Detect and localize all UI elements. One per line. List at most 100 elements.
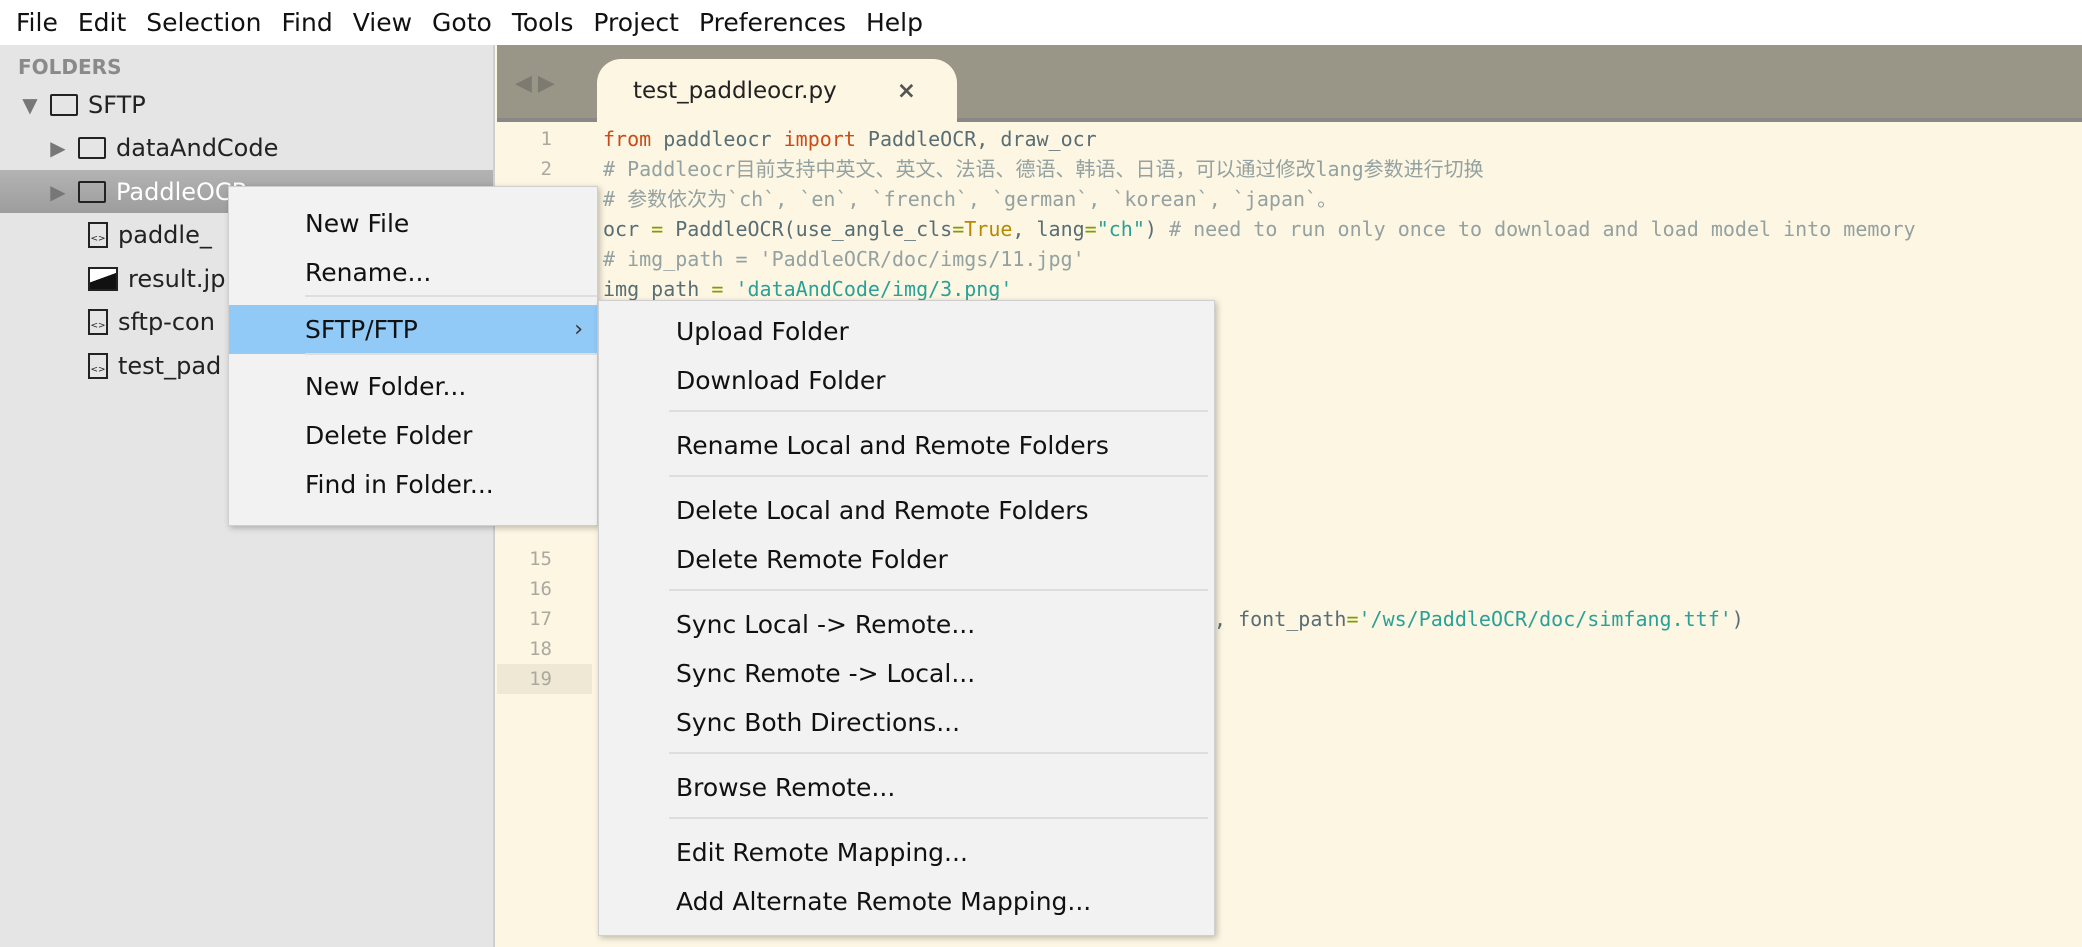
line-number: 1	[540, 128, 552, 150]
code-token: img_path	[603, 277, 712, 301]
menu-item-label: Sync Both Directions...	[676, 708, 961, 737]
code-token: )	[1144, 217, 1169, 241]
code-token: PaddleOCR, draw_ocr	[855, 127, 1097, 151]
menu-item-label: New File	[305, 209, 410, 238]
code-token: , lang	[1012, 217, 1085, 241]
menu-help[interactable]: Help	[866, 8, 923, 37]
menu-separator	[669, 475, 1208, 477]
code-token: , font_path	[1214, 607, 1347, 631]
code-line: from paddleocr import PaddleOCR, draw_oc…	[603, 124, 1097, 154]
code-line: # img_path = 'PaddleOCR/doc/imgs/11.jpg'	[603, 244, 1085, 274]
menu-item-rename[interactable]: Rename...	[229, 248, 597, 297]
menu-item-label: Delete Local and Remote Folders	[676, 496, 1089, 525]
menu-item-label: Rename...	[305, 258, 432, 287]
menu-separator	[305, 353, 597, 355]
code-token: ocr	[603, 217, 652, 241]
sidebar-item-label: paddle_	[118, 221, 212, 249]
code-token: paddleocr	[651, 127, 784, 151]
tab-nav-arrows-icon[interactable]: ◀▶	[515, 71, 561, 96]
menu-item-sftp-ftp[interactable]: SFTP/FTP ›	[229, 305, 597, 354]
code-line: ocr = PaddleOCR(use_angle_cls=True, lang…	[603, 214, 1916, 244]
menu-item-label: Delete Folder	[305, 421, 473, 450]
menu-item-browse-remote[interactable]: Browse Remote...	[599, 763, 1214, 812]
code-line: , font_path='/ws/PaddleOCR/doc/simfang.t…	[1214, 604, 1744, 634]
code-token: =	[651, 217, 664, 241]
collapsed-arrow-icon[interactable]: ▶	[48, 180, 68, 204]
menu-item-label: Add Alternate Remote Mapping...	[676, 887, 1092, 916]
menu-view[interactable]: View	[353, 8, 412, 37]
menu-item-label: Sync Local -> Remote...	[676, 610, 976, 639]
code-token: 'dataAndCode/img/3.png'	[735, 277, 1013, 301]
code-token: # need to run only once to download and …	[1168, 217, 1916, 241]
menu-bar: File Edit Selection Find View Goto Tools Projec…	[0, 0, 2082, 45]
sftp-submenu: Upload Folder Download Folder Rename Local…	[598, 300, 1215, 936]
menu-separator	[669, 589, 1208, 591]
open-folder-icon	[50, 93, 78, 116]
tab-test-paddleocr[interactable]: test_paddleocr.py ×	[597, 59, 957, 122]
menu-item-delete-remote-folder[interactable]: Delete Remote Folder	[599, 535, 1214, 584]
menu-item-label: SFTP/FTP	[305, 315, 418, 344]
menu-tools[interactable]: Tools	[512, 8, 574, 37]
folders-header: FOLDERS	[18, 55, 122, 79]
menu-project[interactable]: Project	[593, 8, 679, 37]
menu-item-upload-folder[interactable]: Upload Folder	[599, 307, 1214, 356]
line-number: 17	[529, 608, 552, 630]
code-token: =	[1084, 217, 1097, 241]
tab-title: test_paddleocr.py	[633, 77, 837, 104]
menu-preferences[interactable]: Preferences	[699, 8, 846, 37]
menu-selection[interactable]: Selection	[146, 8, 261, 37]
menu-item-edit-remote-mapping[interactable]: Edit Remote Mapping...	[599, 828, 1214, 877]
collapsed-arrow-icon[interactable]: ▶	[48, 136, 68, 160]
code-token: # Paddleocr目前支持中英文、英文、法语、德语、韩语、日语，可以通过修改…	[603, 157, 1484, 181]
file-icon: <>	[88, 309, 108, 335]
line-number: 15	[529, 548, 552, 570]
menu-item-rename-local-and-remote-folders[interactable]: Rename Local and Remote Folders	[599, 421, 1214, 470]
menu-separator	[669, 410, 1208, 412]
menu-item-label: Rename Local and Remote Folders	[676, 431, 1109, 460]
tab-bar: ◀▶ test_paddleocr.py ×	[497, 45, 2082, 122]
menu-edit[interactable]: Edit	[78, 8, 126, 37]
menu-item-sync-local-remote[interactable]: Sync Local -> Remote...	[599, 600, 1214, 649]
code-token: # img_path = 'PaddleOCR/doc/imgs/11.jpg'	[603, 247, 1085, 271]
menu-item-label: Find in Folder...	[305, 470, 494, 499]
context-menu: New File Rename... SFTP/FTP › New Folder... D…	[228, 186, 598, 526]
menu-item-sync-remote-local[interactable]: Sync Remote -> Local...	[599, 649, 1214, 698]
code-token: from	[603, 127, 652, 151]
code-line: # 参数依次为`ch`, `en`, `french`, `german`, `…	[603, 184, 1337, 214]
menu-goto[interactable]: Goto	[432, 8, 492, 37]
menu-file[interactable]: File	[16, 8, 58, 37]
sidebar-item-label: result.jp	[128, 264, 226, 293]
sidebar-item-label: sftp-con	[118, 308, 215, 336]
menu-item-add-alternate-remote-mapping[interactable]: Add Alternate Remote Mapping...	[599, 877, 1214, 926]
expanded-arrow-icon[interactable]: ▼	[20, 93, 40, 117]
menu-item-label: Upload Folder	[676, 317, 849, 346]
file-icon: <>	[88, 352, 108, 379]
code-token: =	[711, 277, 724, 301]
sidebar-item-sftp[interactable]: ▼ SFTP	[0, 83, 493, 126]
menu-item-delete-folder[interactable]: Delete Folder	[229, 411, 597, 460]
menu-item-label: New Folder...	[305, 372, 467, 401]
menu-item-delete-local-and-remote-folders[interactable]: Delete Local and Remote Folders	[599, 486, 1214, 535]
menu-item-sync-both-directions[interactable]: Sync Both Directions...	[599, 698, 1214, 747]
menu-item-new-folder[interactable]: New Folder...	[229, 362, 597, 411]
menu-item-label: Delete Remote Folder	[676, 545, 948, 574]
close-tab-icon[interactable]: ×	[897, 78, 916, 104]
image-file-icon	[88, 266, 118, 291]
menu-item-label: Browse Remote...	[676, 773, 896, 802]
menu-item-download-folder[interactable]: Download Folder	[599, 356, 1214, 405]
sidebar-item-label: SFTP	[88, 90, 146, 119]
code-line: # Paddleocr目前支持中英文、英文、法语、德语、韩语、日语，可以通过修改…	[603, 154, 1484, 184]
code-token: # 参数依次为`ch`, `en`, `french`, `german`, `…	[603, 187, 1338, 211]
menu-item-new-file[interactable]: New File	[229, 199, 597, 248]
sidebar-item-dataandcode[interactable]: ▶ dataAndCode	[0, 127, 493, 170]
line-number: 16	[529, 578, 552, 600]
menu-separator	[305, 295, 597, 297]
code-token: "ch"	[1096, 217, 1145, 241]
file-icon: <>	[88, 222, 108, 248]
code-token: '/ws/PaddleOCR/doc/simfang.ttf'	[1358, 607, 1732, 631]
menu-item-label: Sync Remote -> Local...	[676, 659, 976, 688]
menu-item-find-in-folder[interactable]: Find in Folder...	[229, 460, 597, 509]
menu-find[interactable]: Find	[281, 8, 332, 37]
code-token: )	[1731, 607, 1744, 631]
